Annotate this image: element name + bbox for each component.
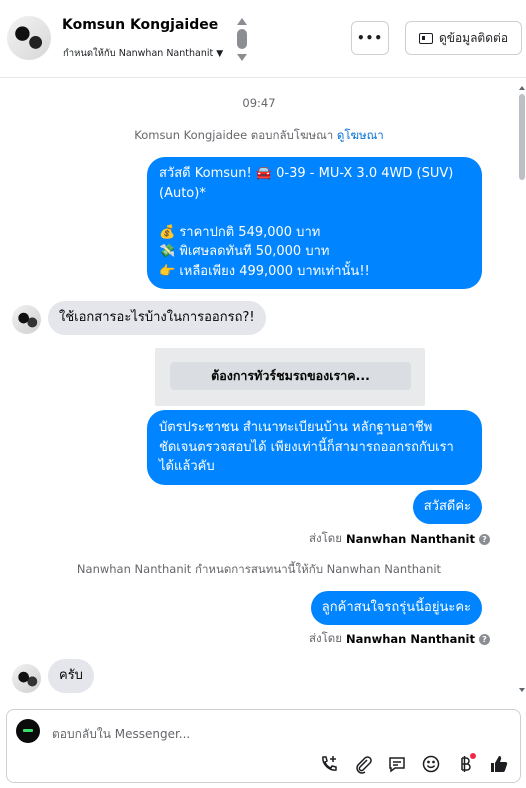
sent-by-prefix: ส่งโดย — [308, 631, 343, 645]
view-contact-info-label: ดูข้อมูลติดต่อ — [438, 30, 509, 45]
outgoing-message[interactable]: สวัสดี Komsun! 🚘 0-39 - MU-X 3.0 4WD (SU… — [147, 157, 482, 289]
sent-by-name: Nanwhan Nanthanit — [346, 532, 475, 546]
message-line: ได้แล้วคับ — [159, 459, 215, 474]
assignment-system-message: Nanwhan Nanthanit กำหนดการสนทนานี้ให้กับ… — [76, 562, 442, 576]
outgoing-message[interactable]: สวัสดีค่ะ — [412, 490, 482, 524]
composer-toolbar — [318, 753, 510, 775]
assignee-label: กำหนดให้กับ Nanwhan Nanthanit — [63, 48, 214, 59]
outgoing-message[interactable]: ลูกค้าสนใจรถรุ่นนี้อยู่นะคะ — [310, 591, 482, 625]
caret-down-icon: ▼ — [216, 49, 224, 59]
conversation-header: Komsun Kongjaidee กำหนดให้กับ Nanwhan Na… — [0, 0, 526, 78]
more-options-label: ••• — [356, 31, 383, 45]
sent-by-name: Nanwhan Nanthanit — [346, 632, 475, 646]
message-line: บัตรประชาชน สำเนาทะเบียนบ้าน หลักฐานอาชี… — [159, 420, 433, 435]
sent-by-label: ส่งโดย Nanwhan Nanthanit ? — [309, 630, 490, 648]
page-avatar — [16, 719, 40, 743]
emoji-icon[interactable] — [420, 753, 442, 775]
reply-input[interactable]: ตอบกลับใน Messenger... — [52, 725, 190, 744]
sent-by-prefix: ส่งโดย — [308, 531, 343, 545]
scroll-up-icon[interactable] — [519, 86, 525, 90]
incoming-message[interactable]: ครับ — [48, 659, 94, 693]
scrollbar[interactable] — [518, 86, 526, 692]
help-icon[interactable]: ? — [479, 633, 490, 645]
outgoing-message[interactable]: บัตรประชาชน สำเนาทะเบียนบ้าน หลักฐานอาชี… — [147, 410, 482, 485]
add-call-icon[interactable] — [318, 753, 340, 775]
assignee-dropdown[interactable]: กำหนดให้กับ Nanwhan Nanthanit ▼ — [63, 46, 223, 61]
message-line: ชัดเจนตรวจสอบได้ เพียงเท่านี้ก็สามารถออก… — [159, 439, 454, 455]
message-line: สวัสดี Komsun! 🚘 0-39 - MU-X 3.0 4WD (SU… — [159, 166, 454, 181]
notification-dot — [470, 753, 476, 759]
view-ad-link[interactable]: ดูโฆษณา — [337, 128, 384, 142]
template-quick-reply-button[interactable]: ต้องการทัวร์ชมรถของเราค... — [170, 362, 411, 390]
saved-replies-icon[interactable] — [386, 753, 408, 775]
contact-name[interactable]: Komsun Kongjaidee — [62, 17, 218, 33]
ad-reply-notice: Komsun Kongjaidee ตอบกลับโฆษณา ดูโฆษณา — [0, 127, 518, 145]
message-composer: ตอบกลับใน Messenger... — [6, 709, 521, 783]
scroll-down-icon[interactable] — [519, 688, 525, 692]
message-line: 💸 พิเศษลดทันที 50,000 บาท — [159, 244, 330, 259]
contact-avatar[interactable] — [7, 16, 51, 60]
contact-avatar-small[interactable] — [12, 664, 41, 693]
message-line: 💰 ราคาปกติ 549,000 บาท — [159, 224, 321, 240]
timestamp: 09:47 — [242, 96, 276, 110]
contact-avatar-small[interactable] — [12, 305, 41, 334]
sent-by-label: ส่งโดย Nanwhan Nanthanit ? — [309, 530, 490, 548]
help-icon[interactable]: ? — [479, 533, 490, 545]
like-icon[interactable] — [488, 753, 510, 775]
more-options-button[interactable]: ••• — [351, 21, 389, 55]
message-thread[interactable]: 09:47 Komsun Kongjaidee ตอบกลับโฆษณา ดูโ… — [0, 79, 518, 694]
ad-reply-text: Komsun Kongjaidee ตอบกลับโฆษณา — [134, 128, 334, 142]
contact-card-icon — [418, 32, 433, 44]
message-line: 👉 เหลือเพียง 499,000 บาทเท่านั้น!! — [159, 263, 370, 279]
incoming-message[interactable]: ใช้เอกสารอะไรบ้างในการออกรถ?! — [48, 301, 266, 335]
message-line: (Auto)* — [159, 185, 206, 201]
scrollbar-thumb[interactable] — [519, 94, 525, 180]
payment-icon[interactable] — [454, 753, 476, 775]
template-card: ต้องการทัวร์ชมรถของเราค... — [155, 348, 425, 406]
view-contact-info-button[interactable]: ดูข้อมูลติดต่อ — [405, 21, 522, 55]
resize-handle-icon[interactable] — [237, 18, 247, 62]
attachment-icon[interactable] — [352, 753, 374, 775]
